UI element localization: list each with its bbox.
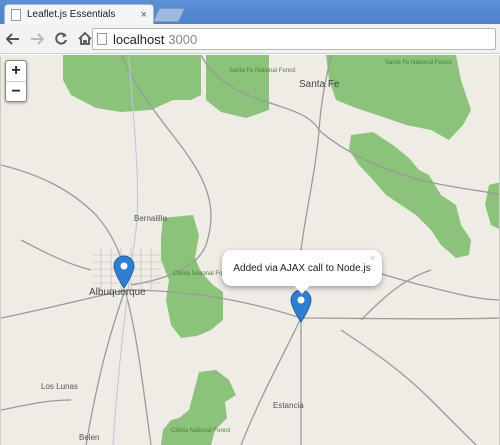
tab-close-button[interactable]: × bbox=[141, 9, 147, 21]
label-forest-cibola: Cibola National Forest bbox=[173, 271, 233, 277]
forest-east bbox=[349, 132, 471, 258]
river bbox=[112, 55, 139, 445]
browser-toolbar: localhost 3000 bbox=[0, 24, 500, 54]
label-belen: Belen bbox=[79, 433, 100, 442]
popup-close-button[interactable]: × bbox=[370, 253, 375, 263]
marker-popup: Added via AJAX call to Node.js × bbox=[222, 250, 382, 286]
label-forest-cibola-south: Cibola National Forest bbox=[171, 428, 231, 434]
map-marker-ajax[interactable] bbox=[290, 289, 312, 323]
tab-leaflet-essentials[interactable]: Leaflet.js Essentials × bbox=[4, 4, 154, 24]
forest-far-east bbox=[485, 182, 499, 229]
label-forest-ne: Santa Fe National Forest bbox=[385, 60, 452, 66]
forward-arrow-icon[interactable] bbox=[26, 28, 48, 50]
url-port: 3000 bbox=[168, 31, 198, 47]
address-bar[interactable]: localhost 3000 bbox=[92, 28, 496, 50]
tab-strip: Leaflet.js Essentials × bbox=[0, 0, 500, 24]
map-container[interactable]: Santa Fe Albuquerque Bernalillo Los Luna… bbox=[0, 55, 500, 445]
forest-top-center bbox=[206, 55, 269, 118]
popup-text: Added via AJAX call to Node.js bbox=[233, 262, 371, 274]
label-bernalillo: Bernalillo bbox=[134, 214, 167, 223]
page-icon bbox=[97, 33, 107, 45]
zoom-in-button[interactable]: + bbox=[6, 61, 26, 81]
back-arrow-icon[interactable] bbox=[2, 28, 24, 50]
label-forest-nw: Santa Fe National Forest bbox=[229, 68, 296, 74]
forest-ne bbox=[326, 55, 471, 140]
tab-title: Leaflet.js Essentials bbox=[27, 9, 116, 20]
new-tab-button[interactable] bbox=[152, 8, 186, 22]
zoom-control: + − bbox=[5, 60, 27, 102]
url-host: localhost bbox=[113, 31, 165, 47]
zoom-out-button[interactable]: − bbox=[6, 81, 26, 101]
forest-nw bbox=[63, 55, 201, 112]
reload-icon[interactable] bbox=[50, 28, 72, 50]
label-estancia: Estancia bbox=[273, 401, 304, 410]
map-marker-albuquerque[interactable] bbox=[113, 255, 135, 289]
popup-tip bbox=[293, 284, 311, 294]
page-icon bbox=[11, 8, 21, 21]
label-santa-fe: Santa Fe bbox=[299, 79, 340, 90]
label-los-lunas: Los Lunas bbox=[41, 382, 78, 391]
